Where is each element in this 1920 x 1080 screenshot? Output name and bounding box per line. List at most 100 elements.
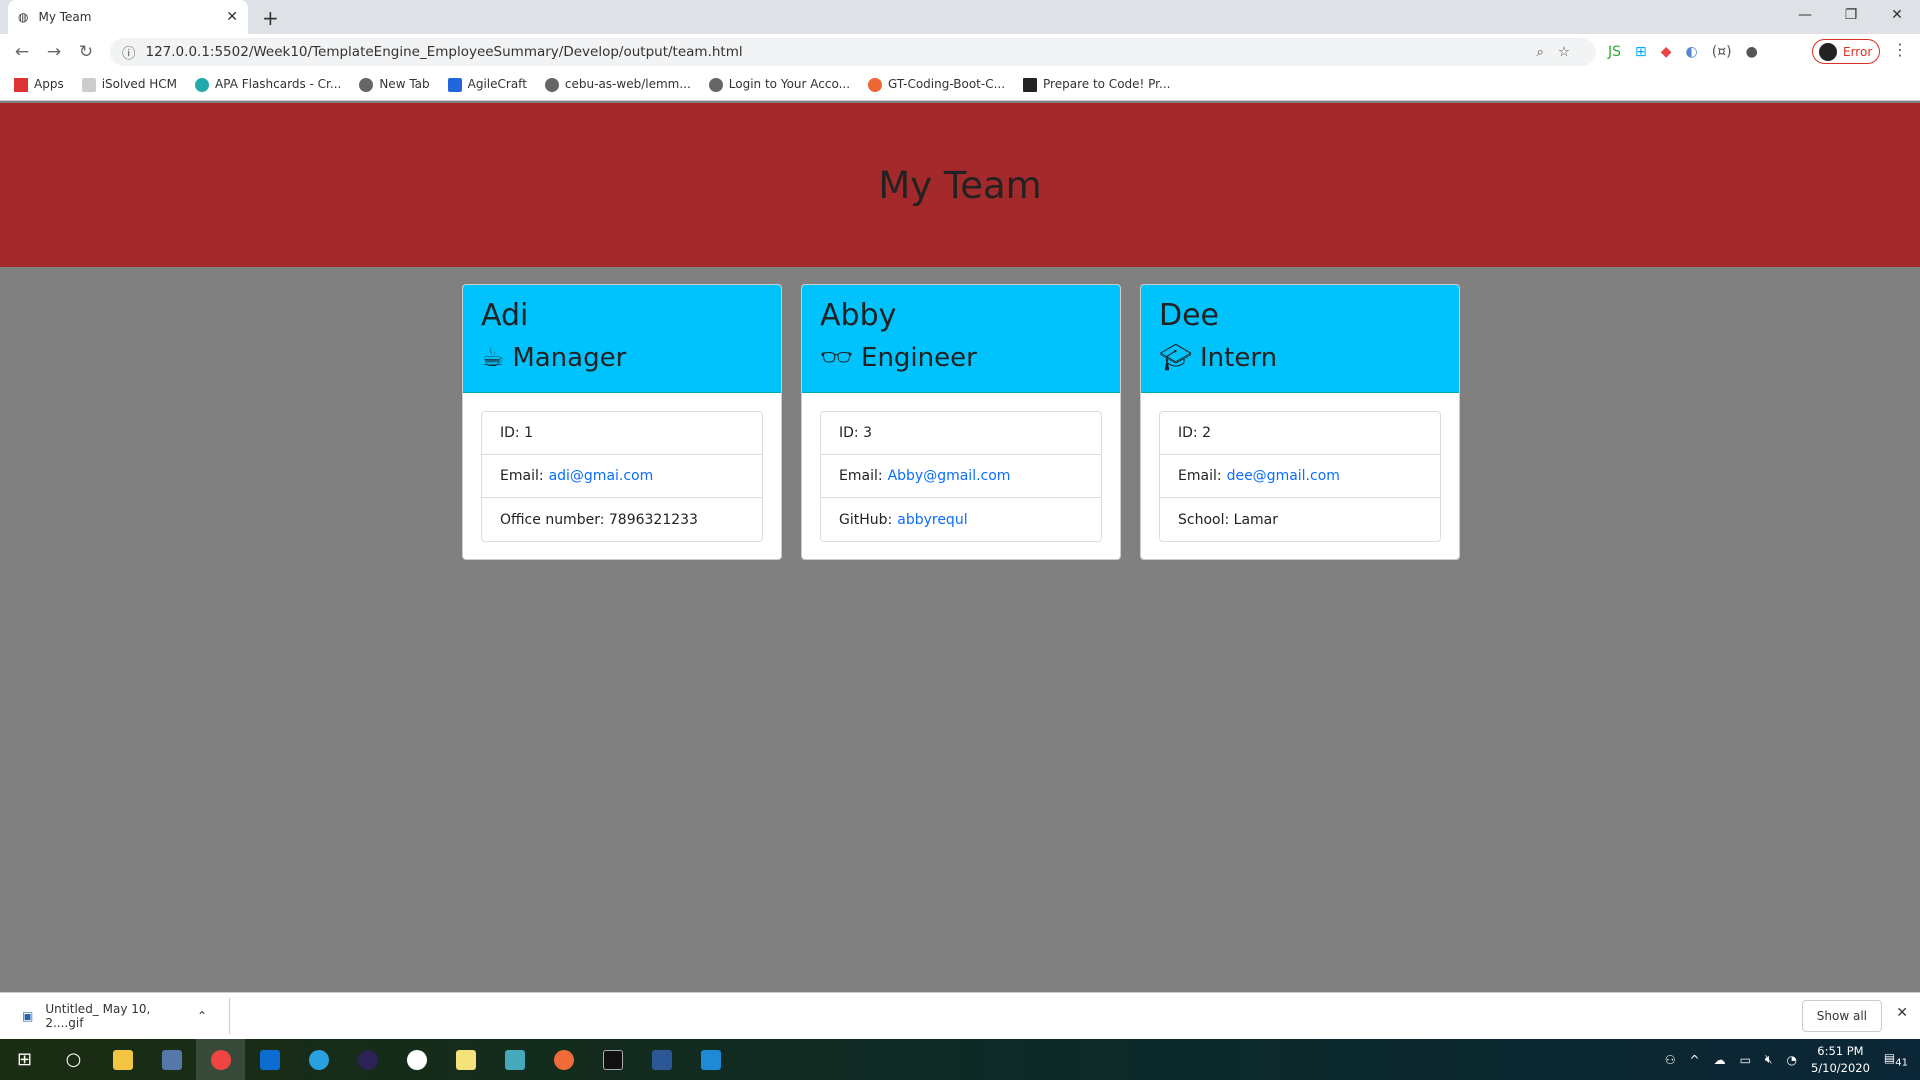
bookmark[interactable]: AgileCraft <box>447 77 527 92</box>
employee-card: Dee 🎓︎ Intern ID: 2 Email: dee@gmail.com S… <box>1140 284 1460 560</box>
sticky-notes-icon[interactable] <box>441 1039 490 1080</box>
search-icon[interactable]: ○ <box>49 1039 98 1080</box>
bookmark-apps[interactable]: Apps <box>14 77 64 92</box>
clock[interactable]: 6:51 PM 5/10/2020 <box>1811 1043 1870 1077</box>
bookmark[interactable]: APA Flashcards - Cr... <box>195 77 341 92</box>
url-text[interactable]: 127.0.0.1:5502/Week10/TemplateEngine_Emp… <box>146 44 743 60</box>
edge-icon[interactable] <box>294 1039 343 1080</box>
bookmark[interactable]: Prepare to Code! Pr... <box>1023 77 1170 92</box>
close-window-button[interactable]: ✕ <box>1874 0 1920 34</box>
terminal-icon[interactable] <box>588 1039 637 1080</box>
eclipse-icon[interactable] <box>343 1039 392 1080</box>
list-item-extra: Office number: 7896321233 <box>500 511 698 528</box>
notifications-icon[interactable]: ▤41 <box>1884 1051 1908 1068</box>
info-list: ID: 2 Email: dee@gmail.com School: Lamar <box>1159 411 1441 542</box>
address-bar[interactable]: ⓘ 127.0.0.1:5502/Week10/TemplateEngine_E… <box>110 38 1596 66</box>
wifi-icon[interactable]: ◔ <box>1786 1053 1796 1067</box>
extension-icon[interactable]: ◐ <box>1686 44 1698 60</box>
show-all-button[interactable]: Show all <box>1801 1000 1882 1032</box>
onedrive-icon[interactable]: ☁ <box>1714 1053 1726 1067</box>
list-item-id: ID: 1 <box>482 412 762 455</box>
list-item-extra: GitHub: abbyrequl <box>839 511 968 528</box>
menu-icon[interactable]: ⋮ <box>1892 40 1908 59</box>
new-tab-button[interactable]: + <box>262 6 279 30</box>
coffee-mug-icon: ☕︎ <box>481 343 505 373</box>
card-header: Dee 🎓︎ Intern <box>1141 285 1459 393</box>
email-link[interactable]: adi@gmai.com <box>549 468 654 484</box>
info-icon[interactable]: ⓘ <box>122 42 136 62</box>
employee-name: Abby <box>820 298 897 333</box>
page-header: My Team <box>0 103 1920 267</box>
download-bar: ▣ Untitled_ May 10, 2....gif ⌃ Show all … <box>0 992 1920 1039</box>
vscode-icon[interactable] <box>686 1039 735 1080</box>
tab-my-team[interactable]: ◍ My Team ✕ <box>8 0 248 34</box>
reload-button[interactable]: ↻ <box>70 42 102 62</box>
back-button[interactable]: ← <box>6 42 38 62</box>
card-header: Adi ☕︎ Manager <box>463 285 781 393</box>
start-icon[interactable]: ⊞ <box>0 1039 49 1080</box>
file-icon: ▣ <box>22 1009 34 1023</box>
close-tab-icon[interactable]: ✕ <box>226 9 238 25</box>
postman-icon[interactable] <box>539 1039 588 1080</box>
extension-icon[interactable]: ◆ <box>1661 44 1672 60</box>
profile-button[interactable]: Error <box>1812 39 1880 64</box>
chevron-up-icon[interactable]: ^ <box>1690 1053 1700 1067</box>
bookmark[interactable]: cebu-as-web/lemm... <box>544 77 691 92</box>
card-header: Abby 👓︎ Engineer <box>802 285 1120 393</box>
tab-strip: ◍ My Team ✕ + — ❐ ✕ <box>0 0 1920 34</box>
app-icon[interactable] <box>490 1039 539 1080</box>
employee-card: Abby 👓︎ Engineer ID: 3 Email: Abby@gmail.c… <box>801 284 1121 560</box>
list-item-id: ID: 3 <box>821 412 1101 455</box>
employee-name: Dee <box>1159 298 1220 333</box>
bookmark[interactable]: Login to Your Acco... <box>708 77 850 92</box>
graduate-icon: 🎓︎ <box>1159 343 1193 373</box>
restore-button[interactable]: ❐ <box>1828 0 1874 34</box>
glasses-icon: 👓︎ <box>820 343 854 373</box>
info-list: ID: 3 Email: Abby@gmail.com GitHub: abbyre… <box>820 411 1102 542</box>
forward-button[interactable]: → <box>38 42 70 62</box>
employee-role: Engineer <box>861 343 977 373</box>
employee-card: Adi ☕︎ Manager ID: 1 Email: adi@gmai.com O… <box>462 284 782 560</box>
extension-icon[interactable]: JS <box>1608 44 1621 60</box>
toolbar: ← → ↻ ⓘ 127.0.0.1:5502/Week10/TemplateEn… <box>0 34 1920 69</box>
extension-icon[interactable]: ● <box>1746 44 1758 60</box>
employee-role: Manager <box>512 343 627 373</box>
chevron-up-icon[interactable]: ⌃ <box>197 1009 207 1023</box>
chrome-icon[interactable] <box>196 1039 245 1080</box>
globe-icon: ◍ <box>18 10 29 24</box>
word-icon[interactable] <box>637 1039 686 1080</box>
page-title: My Team <box>878 163 1042 207</box>
bookmarks-bar: Apps iSolved HCM APA Flashcards - Cr... … <box>0 69 1920 101</box>
volume-muted-icon[interactable]: 🔇︎ <box>1765 1052 1773 1067</box>
slack-icon[interactable] <box>392 1039 441 1080</box>
app-icon[interactable] <box>147 1039 196 1080</box>
extension-icon[interactable]: (¤) <box>1712 44 1732 60</box>
battery-icon[interactable]: ▭ <box>1740 1053 1751 1067</box>
github-link[interactable]: abbyrequl <box>897 512 967 528</box>
outlook-icon[interactable] <box>245 1039 294 1080</box>
bookmark[interactable]: iSolved HCM <box>81 77 177 92</box>
zoom-icon[interactable]: ⌕ <box>1536 44 1558 60</box>
info-list: ID: 1 Email: adi@gmai.com Office number: … <box>481 411 763 542</box>
email-link[interactable]: dee@gmail.com <box>1227 468 1340 484</box>
minimize-button[interactable]: — <box>1782 0 1828 34</box>
avatar <box>1819 42 1837 61</box>
people-icon[interactable]: ⚇ <box>1665 1053 1676 1067</box>
list-item-id: ID: 2 <box>1160 412 1440 455</box>
bookmark[interactable]: New Tab <box>359 77 430 92</box>
list-item-email: Email: Abby@gmail.com <box>821 455 1101 498</box>
star-icon[interactable]: ☆ <box>1558 44 1584 60</box>
taskbar: ⊞ ○ ⚇ ^ ☁ ▭ 🔇︎ ◔ 6:51 PM 5/10/2020 ▤41 <box>0 1039 1920 1080</box>
windows-extension-icon[interactable]: ⊞ <box>1635 44 1647 60</box>
bookmark[interactable]: GT-Coding-Boot-C... <box>868 77 1005 92</box>
list-item-email: Email: dee@gmail.com <box>1160 455 1440 498</box>
download-item[interactable]: ▣ Untitled_ May 10, 2....gif ⌃ <box>0 998 230 1034</box>
tab-title: My Team <box>38 10 92 24</box>
email-link[interactable]: Abby@gmail.com <box>888 468 1011 484</box>
employee-name: Adi <box>481 298 529 333</box>
employee-role: Intern <box>1200 343 1278 373</box>
list-item-email: Email: adi@gmai.com <box>482 455 762 498</box>
list-item-extra: School: Lamar <box>1178 511 1278 528</box>
close-download-bar-icon[interactable]: ✕ <box>1896 1005 1908 1021</box>
file-explorer-icon[interactable] <box>98 1039 147 1080</box>
